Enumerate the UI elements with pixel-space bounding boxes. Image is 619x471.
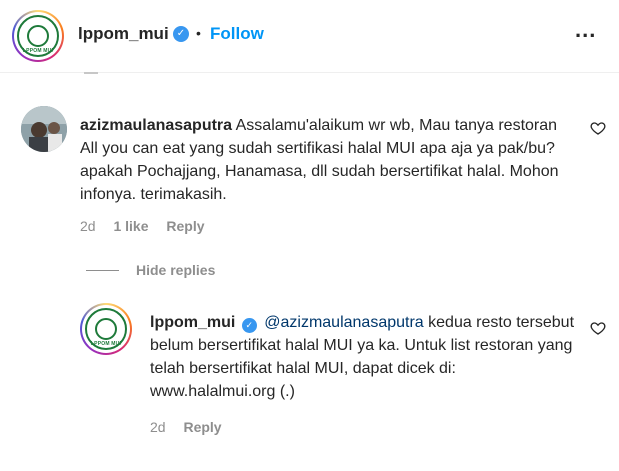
follow-button[interactable]: Follow — [210, 24, 264, 44]
commenter-avatar[interactable] — [21, 106, 67, 152]
scroll-remnant — [84, 72, 98, 74]
reply-meta: 2d Reply — [150, 419, 222, 435]
profile-avatar-ring[interactable]: LPPOM MUI — [12, 10, 64, 62]
reply-username[interactable]: lppom_mui — [150, 314, 235, 331]
reply-mention[interactable]: @azizmaulanasaputra — [264, 314, 423, 331]
reply-reply-button[interactable]: Reply — [183, 419, 221, 435]
logo-text: LPPOM MUI — [22, 48, 54, 54]
comment-body: azizmaulanasaputra Assalamu'alaikum wr w… — [80, 114, 570, 206]
more-options-icon[interactable]: ... — [575, 17, 596, 43]
comment-likes[interactable]: 1 like — [113, 218, 148, 234]
reply-avatar-ring[interactable]: LPPOM MUI — [80, 303, 132, 355]
separator-dot: • — [196, 25, 201, 41]
lppom-mui-logo: LPPOM MUI — [17, 15, 59, 57]
comment-meta: 2d 1 like Reply — [80, 218, 205, 234]
reply-body: lppom_mui ✓ @azizmaulanasaputra kedua re… — [150, 311, 575, 403]
reply-verified-badge-icon: ✓ — [241, 318, 257, 333]
reply-lppom-mui-logo: LPPOM MUI — [85, 308, 127, 350]
reply-button[interactable]: Reply — [166, 218, 204, 234]
verified-badge-icon: ✓ — [173, 26, 189, 42]
heart-icon[interactable] — [590, 120, 606, 136]
comment-time[interactable]: 2d — [80, 218, 96, 234]
reply-time[interactable]: 2d — [150, 419, 166, 435]
comment-username[interactable]: azizmaulanasaputra — [80, 117, 232, 134]
reply-heart-icon[interactable] — [590, 320, 606, 336]
hide-replies-button[interactable]: Hide replies — [136, 262, 215, 278]
reply-logo-text: LPPOM MUI — [90, 341, 122, 347]
account-handle[interactable]: lppom_mui — [78, 24, 169, 44]
post-header: LPPOM MUI lppom_mui ✓ • Follow ... — [0, 0, 619, 73]
hide-replies-divider — [86, 270, 119, 271]
